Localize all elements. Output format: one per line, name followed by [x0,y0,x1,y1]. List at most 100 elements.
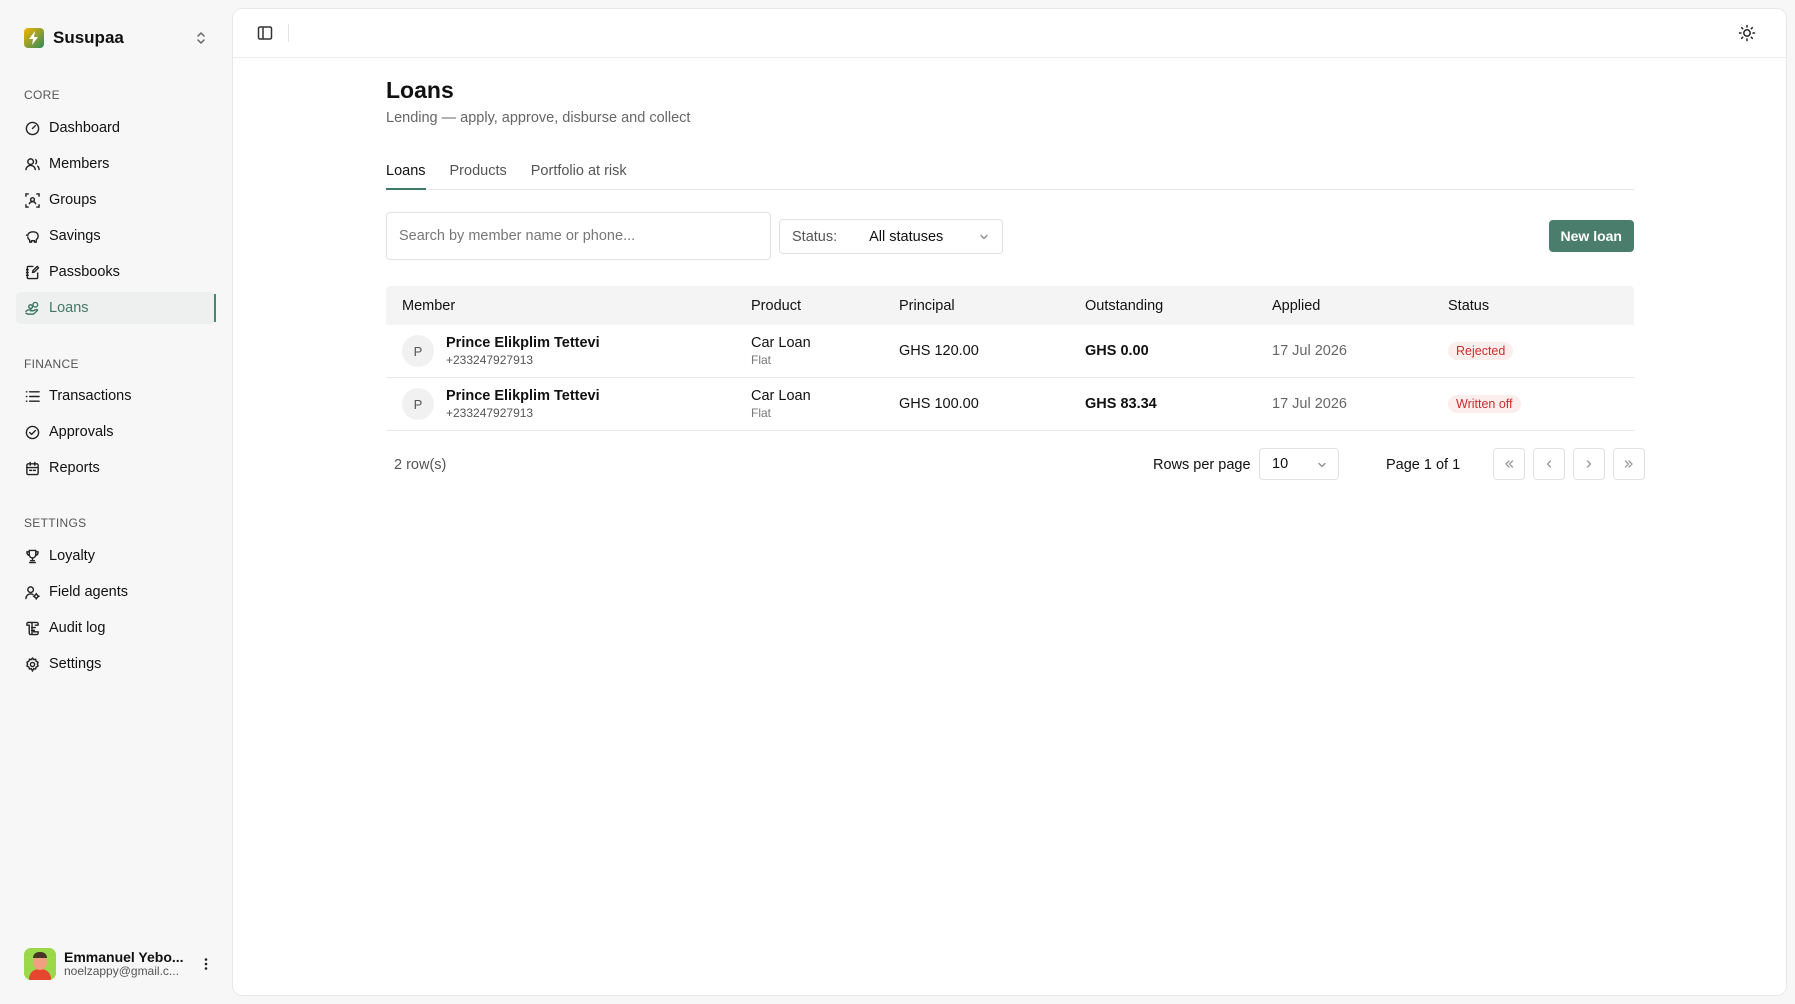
status-filter-select[interactable]: Status: All statuses [779,219,1003,254]
new-loan-button[interactable]: New loan [1548,220,1634,252]
sidebar-item-audit-log[interactable]: Audit log [16,612,216,644]
rows-per-page-value: 10 [1272,456,1289,472]
rows-per-page-select[interactable]: 10 [1259,448,1339,480]
divider [288,24,289,42]
column-header-member[interactable]: Member [386,298,751,314]
sidebar-item-passbooks[interactable]: Passbooks [16,256,216,288]
chevrons-left-icon [1503,458,1515,470]
workspace-switcher[interactable]: Susupaa [24,28,208,48]
status-badge: Rejected [1448,342,1514,360]
scroll-icon [25,621,40,636]
member-phone: +233247927913 [446,352,534,367]
sidebar-item-field-agents[interactable]: Field agents [16,576,216,608]
loans-content: Loans Lending — apply, approve, disburse… [386,77,1645,480]
avatar [24,948,56,980]
top-bar [233,9,1786,58]
sidebar-item-settings[interactable]: Settings [16,648,216,680]
bolt-icon [24,28,44,48]
sidebar-item-label: Loans [49,300,89,316]
sidebar-item-label: Loyalty [49,548,95,564]
product-type: Flat [751,405,772,420]
calendar-icon [25,461,40,476]
chevron-right-icon [1583,458,1595,470]
sidebar-item-approvals[interactable]: Approvals [16,416,216,448]
page-title: Loans [386,77,454,103]
previous-page-button[interactable] [1533,448,1565,480]
tab-loans[interactable]: Loans [386,159,426,190]
sidebar-item-label: Reports [49,460,100,476]
toolbar: Status: All statuses New loan [386,212,1634,260]
users-icon [25,157,40,172]
sidebar-item-label: Settings [49,656,102,672]
column-header-product[interactable]: Product [751,298,899,314]
page-subtitle: Lending — apply, approve, disburse and c… [386,110,691,126]
outstanding-amount: GHS 83.34 [1085,396,1157,412]
search-input[interactable] [386,212,771,260]
sidebar-item-members[interactable]: Members [16,148,216,180]
tab-bar: Loans Products Portfolio at risk [386,159,1634,190]
principal-amount: GHS 120.00 [899,343,979,359]
check-circle-icon [25,425,40,440]
page-info: Page 1 of 1 [1386,457,1461,473]
member-name: Prince Elikplim Tettevi [446,335,600,352]
product-name: Car Loan [751,335,811,352]
sidebar-item-label: Dashboard [49,120,120,136]
list-icon [25,389,40,404]
pagination: 2 row(s) Rows per page 10 Page 1 of 1 [386,448,1645,482]
sidebar-item-label: Approvals [49,424,114,440]
sidebar-item-loyalty[interactable]: Loyalty [16,540,216,572]
tab-products[interactable]: Products [450,159,507,190]
chevron-left-icon [1543,458,1555,470]
column-header-outstanding[interactable]: Outstanding [1085,298,1272,314]
chevron-down-icon [978,231,990,243]
user-profile[interactable]: Emmanuel Yebo... noelzappy@gmail.c... [24,946,214,982]
more-vertical-icon[interactable] [198,956,214,972]
tab-portfolio-at-risk[interactable]: Portfolio at risk [531,159,627,190]
table-row[interactable]: P Prince Elikplim Tettevi +233247927913 … [386,325,1634,378]
sun-icon[interactable] [1738,24,1756,42]
column-header-principal[interactable]: Principal [899,298,1085,314]
notebook-pen-icon [25,265,40,280]
brand-name: Susupaa [53,28,124,47]
sidebar-item-transactions[interactable]: Transactions [16,380,216,412]
outstanding-amount: GHS 0.00 [1085,343,1149,359]
main-panel: Loans Lending — apply, approve, disburse… [232,8,1787,996]
panel-left-icon[interactable] [257,25,273,41]
chevrons-up-down-icon [194,29,208,47]
gear-icon [25,656,40,672]
member-phone: +233247927913 [446,405,534,420]
chevron-down-icon [1316,459,1328,471]
member-name: Prince Elikplim Tettevi [446,388,600,405]
section-label-settings: SETTINGS [24,516,87,530]
section-label-core: CORE [24,88,60,102]
user-name: Emmanuel Yebo... [64,949,184,966]
status-filter-value: All statuses [869,228,944,245]
principal-amount: GHS 100.00 [899,396,979,412]
product-type: Flat [751,352,772,367]
sidebar: Susupaa CORE Dashboard Members Groups Sa… [0,0,232,1004]
sidebar-item-dashboard[interactable]: Dashboard [16,112,216,144]
applied-date: 17 Jul 2026 [1272,396,1347,412]
sidebar-item-loans[interactable]: Loans [16,292,216,324]
gauge-icon [25,121,40,136]
column-header-status[interactable]: Status [1448,298,1634,314]
product-name: Car Loan [751,388,811,405]
sidebar-item-label: Members [49,156,110,172]
sidebar-item-label: Savings [49,228,101,244]
first-page-button[interactable] [1493,448,1525,480]
column-header-applied[interactable]: Applied [1272,298,1448,314]
sidebar-item-savings[interactable]: Savings [16,220,216,252]
user-cog-icon [25,585,40,600]
last-page-button[interactable] [1613,448,1645,480]
group-scan-icon [25,192,40,208]
member-avatar: P [402,335,434,367]
chevrons-right-icon [1623,458,1635,470]
sidebar-item-label: Audit log [49,620,106,636]
piggy-bank-icon [25,229,40,244]
sidebar-item-reports[interactable]: Reports [16,452,216,484]
next-page-button[interactable] [1573,448,1605,480]
table-header: Member Product Principal Outstanding App… [386,286,1634,325]
trophy-icon [25,549,40,564]
table-row[interactable]: P Prince Elikplim Tettevi +233247927913 … [386,378,1634,431]
sidebar-item-groups[interactable]: Groups [16,184,216,216]
